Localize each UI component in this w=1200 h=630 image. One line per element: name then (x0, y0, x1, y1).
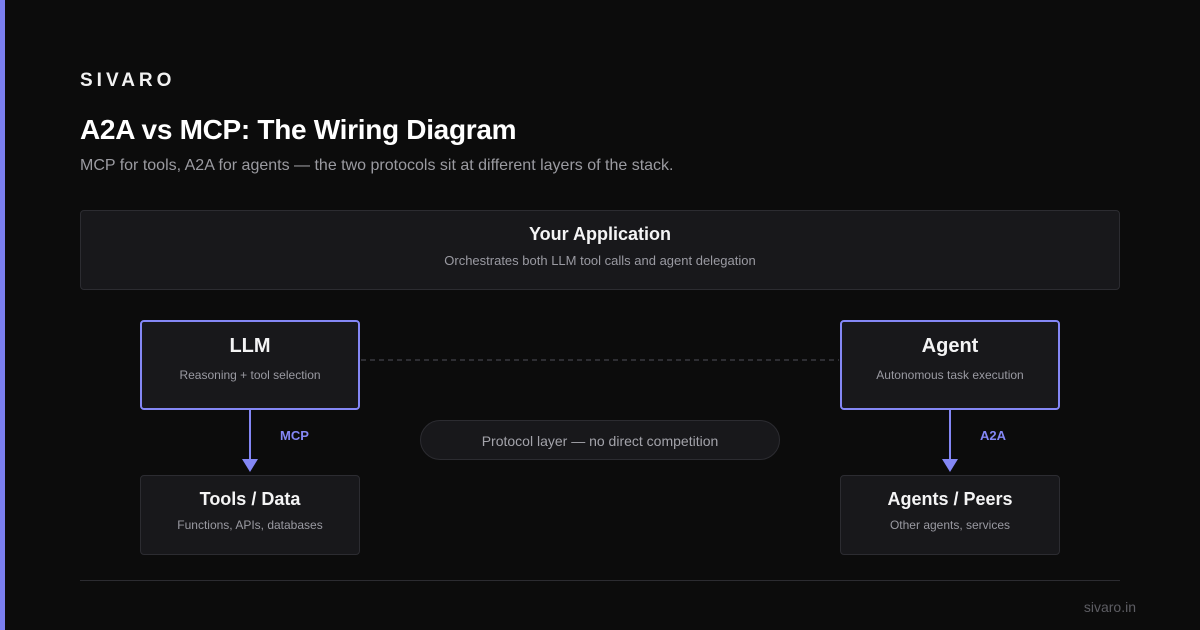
mcp-arrowhead (242, 459, 258, 472)
agent-node: Agent Autonomous task execution (840, 320, 1060, 410)
accent-bar (0, 0, 5, 630)
page-title: A2A vs MCP: The Wiring Diagram (80, 114, 517, 145)
tools-node-desc: Functions, APIs, databases (177, 518, 323, 532)
peers-node: Agents / Peers Other agents, services (840, 475, 1060, 555)
application-node-desc: Orchestrates both LLM tool calls and age… (444, 253, 756, 268)
protocol-layer-note: Protocol layer — no direct competition (420, 420, 780, 460)
application-node-title: Your Application (529, 224, 671, 244)
a2a-arrowhead (942, 459, 958, 472)
diagram-page: SIVARO A2A vs MCP: The Wiring Diagram MC… (0, 0, 1200, 630)
tools-node-title: Tools / Data (199, 489, 301, 509)
llm-node-desc: Reasoning + tool selection (179, 368, 321, 382)
agent-node-title: Agent (921, 335, 979, 357)
peers-node-desc: Other agents, services (889, 518, 1011, 532)
tools-node: Tools / Data Functions, APIs, databases (140, 475, 360, 555)
a2a-edge-label: A2A (980, 428, 1007, 443)
page-subtitle: MCP for tools, A2A for agents — the two … (80, 157, 674, 174)
mcp-edge-label: MCP (280, 428, 309, 443)
llm-node-title: LLM (229, 335, 271, 357)
llm-node: LLM Reasoning + tool selection (140, 320, 360, 410)
footer-divider (80, 580, 1120, 581)
agent-node-desc: Autonomous task execution (876, 368, 1024, 382)
peers-node-title: Agents / Peers (887, 489, 1013, 509)
brand-wordmark: SIVARO (80, 70, 176, 91)
footer-url-link[interactable]: sivaro.in (1084, 599, 1136, 615)
application-node: Your Application Orchestrates both LLM t… (80, 210, 1120, 290)
